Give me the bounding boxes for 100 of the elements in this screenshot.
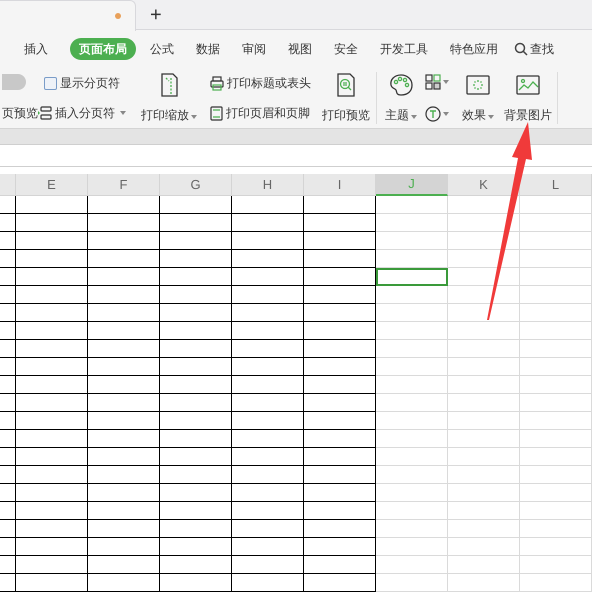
table-cell[interactable] <box>160 448 232 466</box>
table-cell[interactable] <box>0 250 16 268</box>
menu-tab[interactable]: 公式 <box>150 40 174 58</box>
menu-tab[interactable]: 视图 <box>288 40 312 58</box>
menu-tab[interactable]: 审阅 <box>242 40 266 58</box>
table-cell[interactable] <box>88 538 160 556</box>
table-cell[interactable] <box>160 286 232 304</box>
table-cell[interactable] <box>88 304 160 322</box>
table-cell[interactable] <box>88 196 160 214</box>
print-titles-button[interactable]: 打印标题或表头 <box>210 74 316 92</box>
table-cell[interactable] <box>88 232 160 250</box>
print-header-footer-button[interactable]: 打印页眉和页脚 <box>210 104 316 122</box>
table-cell[interactable] <box>88 394 160 412</box>
table-cell[interactable] <box>0 268 16 286</box>
table-cell[interactable] <box>304 466 376 484</box>
table-cell[interactable] <box>0 412 16 430</box>
table-cell[interactable] <box>88 358 160 376</box>
table-cell[interactable] <box>88 376 160 394</box>
table-cell[interactable] <box>304 196 376 214</box>
table-cell[interactable] <box>88 430 160 448</box>
table-cell[interactable] <box>304 250 376 268</box>
table-cell[interactable] <box>16 412 88 430</box>
table-cell[interactable] <box>160 556 232 574</box>
table-cell[interactable] <box>16 196 88 214</box>
table-cell[interactable] <box>16 376 88 394</box>
table-cell[interactable] <box>232 484 304 502</box>
table-cell[interactable] <box>232 502 304 520</box>
table-cell[interactable] <box>16 538 88 556</box>
table-cell[interactable] <box>160 466 232 484</box>
table-cell[interactable] <box>304 268 376 286</box>
table-cell[interactable] <box>88 268 160 286</box>
table-cell[interactable] <box>160 232 232 250</box>
table-cell[interactable] <box>0 232 16 250</box>
table-cell[interactable] <box>160 304 232 322</box>
table-cell[interactable] <box>88 340 160 358</box>
table-cell[interactable] <box>88 574 160 592</box>
menu-tab[interactable]: 开发工具 <box>380 40 428 58</box>
table-cell[interactable] <box>304 358 376 376</box>
table-cell[interactable] <box>88 484 160 502</box>
table-cell[interactable] <box>88 502 160 520</box>
table-cell[interactable] <box>304 304 376 322</box>
table-cell[interactable] <box>16 394 88 412</box>
table-cell[interactable] <box>160 376 232 394</box>
print-scale-button[interactable]: 打印缩放 <box>136 68 202 128</box>
table-cell[interactable] <box>304 538 376 556</box>
table-cell[interactable] <box>304 448 376 466</box>
table-cell[interactable] <box>232 520 304 538</box>
table-cell[interactable] <box>16 304 88 322</box>
table-cell[interactable] <box>160 394 232 412</box>
table-cell[interactable] <box>304 574 376 592</box>
table-cell[interactable] <box>16 250 88 268</box>
table-cell[interactable] <box>88 214 160 232</box>
print-preview-button[interactable]: 打印预览 <box>316 68 376 128</box>
table-cell[interactable] <box>232 394 304 412</box>
table-cell[interactable] <box>160 340 232 358</box>
table-cell[interactable] <box>16 430 88 448</box>
table-cell[interactable] <box>0 304 16 322</box>
table-cell[interactable] <box>304 286 376 304</box>
table-cell[interactable] <box>0 322 16 340</box>
insert-page-break-button[interactable]: 插入分页符 <box>38 104 136 122</box>
table-cell[interactable] <box>16 358 88 376</box>
table-cell[interactable] <box>88 250 160 268</box>
column-header[interactable]: K <box>448 174 520 196</box>
page-preview-label[interactable]: 页预览 <box>2 104 38 122</box>
table-cell[interactable] <box>304 556 376 574</box>
checkbox[interactable] <box>44 76 57 90</box>
table-cell[interactable] <box>232 556 304 574</box>
table-cell[interactable] <box>232 196 304 214</box>
column-header[interactable]: I <box>304 174 376 196</box>
table-cell[interactable] <box>232 268 304 286</box>
table-cell[interactable] <box>0 556 16 574</box>
table-cell[interactable] <box>16 286 88 304</box>
table-cell[interactable] <box>160 358 232 376</box>
table-cell[interactable] <box>304 214 376 232</box>
table-cell[interactable] <box>232 358 304 376</box>
table-cell[interactable] <box>232 322 304 340</box>
table-cell[interactable] <box>160 574 232 592</box>
table-cell[interactable] <box>16 520 88 538</box>
menu-tab[interactable]: 特色应用 <box>450 40 498 58</box>
table-cell[interactable] <box>304 430 376 448</box>
table-cell[interactable] <box>232 430 304 448</box>
table-cell[interactable] <box>232 412 304 430</box>
table-cell[interactable] <box>16 574 88 592</box>
table-cell[interactable] <box>232 340 304 358</box>
menu-tab[interactable]: 安全 <box>334 40 358 58</box>
table-cell[interactable] <box>0 466 16 484</box>
table-cell[interactable] <box>88 466 160 484</box>
background-image-button[interactable]: 背景图片 <box>499 68 557 128</box>
table-cell[interactable] <box>88 556 160 574</box>
table-cell[interactable] <box>0 196 16 214</box>
color-scheme-button[interactable] <box>425 74 449 90</box>
page-preview-toggle[interactable] <box>2 74 26 90</box>
menu-tab[interactable]: 数据 <box>196 40 220 58</box>
table-cell[interactable] <box>304 502 376 520</box>
table-cell[interactable] <box>232 232 304 250</box>
table-cell[interactable] <box>0 502 16 520</box>
table-cell[interactable] <box>0 520 16 538</box>
table-cell[interactable] <box>232 304 304 322</box>
effects-button[interactable]: 效果 <box>457 68 499 128</box>
table-cell[interactable] <box>0 430 16 448</box>
